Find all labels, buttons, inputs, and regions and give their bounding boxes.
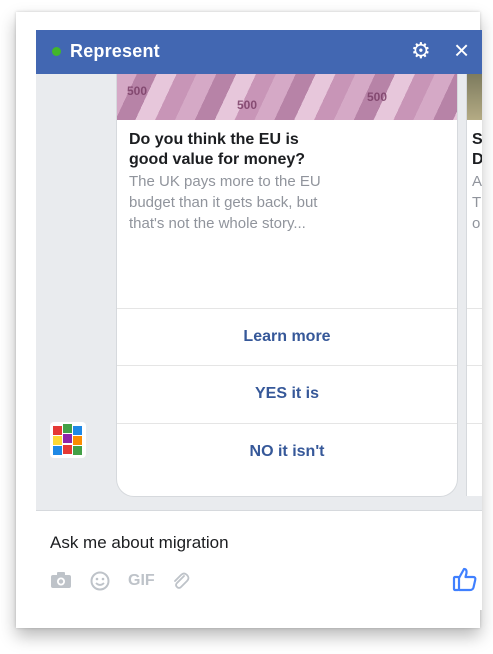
next-carousel-card[interactable]: S D A T o <box>466 74 482 496</box>
carousel-card: 500 500 500 Do you think the EU is good … <box>116 74 458 497</box>
banknote-label: 500 <box>237 98 258 112</box>
gear-icon[interactable]: ⚙ <box>411 38 431 64</box>
next-card-image <box>467 74 482 120</box>
next-card-divider <box>467 423 482 424</box>
next-card-divider <box>467 308 482 309</box>
card-title-line: Do you think the EU is <box>129 131 299 148</box>
chat-window: Represent ⚙ × 500 500 500 Do you think t… <box>36 30 482 610</box>
gif-icon[interactable]: GIF <box>128 572 155 590</box>
yes-it-is-button[interactable]: YES it is <box>117 365 457 422</box>
emoji-icon[interactable] <box>90 571 110 596</box>
card-description-line: that's not the whole story... <box>129 215 306 232</box>
message-composer[interactable]: Ask me about migration GIF <box>36 510 482 610</box>
next-card-description-line: A <box>472 173 482 190</box>
next-card-title: S D <box>472 130 482 170</box>
next-card-title-line: S <box>472 131 482 148</box>
thumbs-up-icon[interactable] <box>452 566 478 594</box>
banknote-label: 500 <box>367 90 388 104</box>
next-card-description: A T o <box>472 171 482 234</box>
next-card-description-line: T <box>472 194 482 211</box>
next-card-description-line: o <box>472 215 481 232</box>
card-description-line: budget than it gets back, but <box>129 194 318 211</box>
next-card-divider <box>467 365 482 366</box>
camera-icon[interactable] <box>50 571 72 594</box>
card-title-line: good value for money? <box>129 151 306 168</box>
chat-header[interactable]: Represent ⚙ × <box>36 30 482 74</box>
learn-more-button[interactable]: Learn more <box>117 308 457 365</box>
online-status-icon <box>52 47 61 56</box>
paperclip-icon[interactable] <box>170 571 190 596</box>
card-title: Do you think the EU is good value for mo… <box>129 130 449 170</box>
card-description: The UK pays more to the EU budget than i… <box>129 171 414 234</box>
cube-logo-icon <box>53 424 82 455</box>
close-icon[interactable]: × <box>454 36 469 64</box>
banknote-label: 500 <box>127 84 148 98</box>
bot-avatar[interactable] <box>50 422 86 458</box>
no-it-isnt-button[interactable]: NO it isn't <box>117 423 457 480</box>
card-description-line: The UK pays more to the EU <box>129 173 321 190</box>
euro-banknotes-image: 500 500 500 <box>117 74 457 120</box>
next-card-title-line: D <box>472 150 482 170</box>
chat-title[interactable]: Represent <box>70 41 160 62</box>
message-input[interactable]: Ask me about migration <box>50 533 229 553</box>
